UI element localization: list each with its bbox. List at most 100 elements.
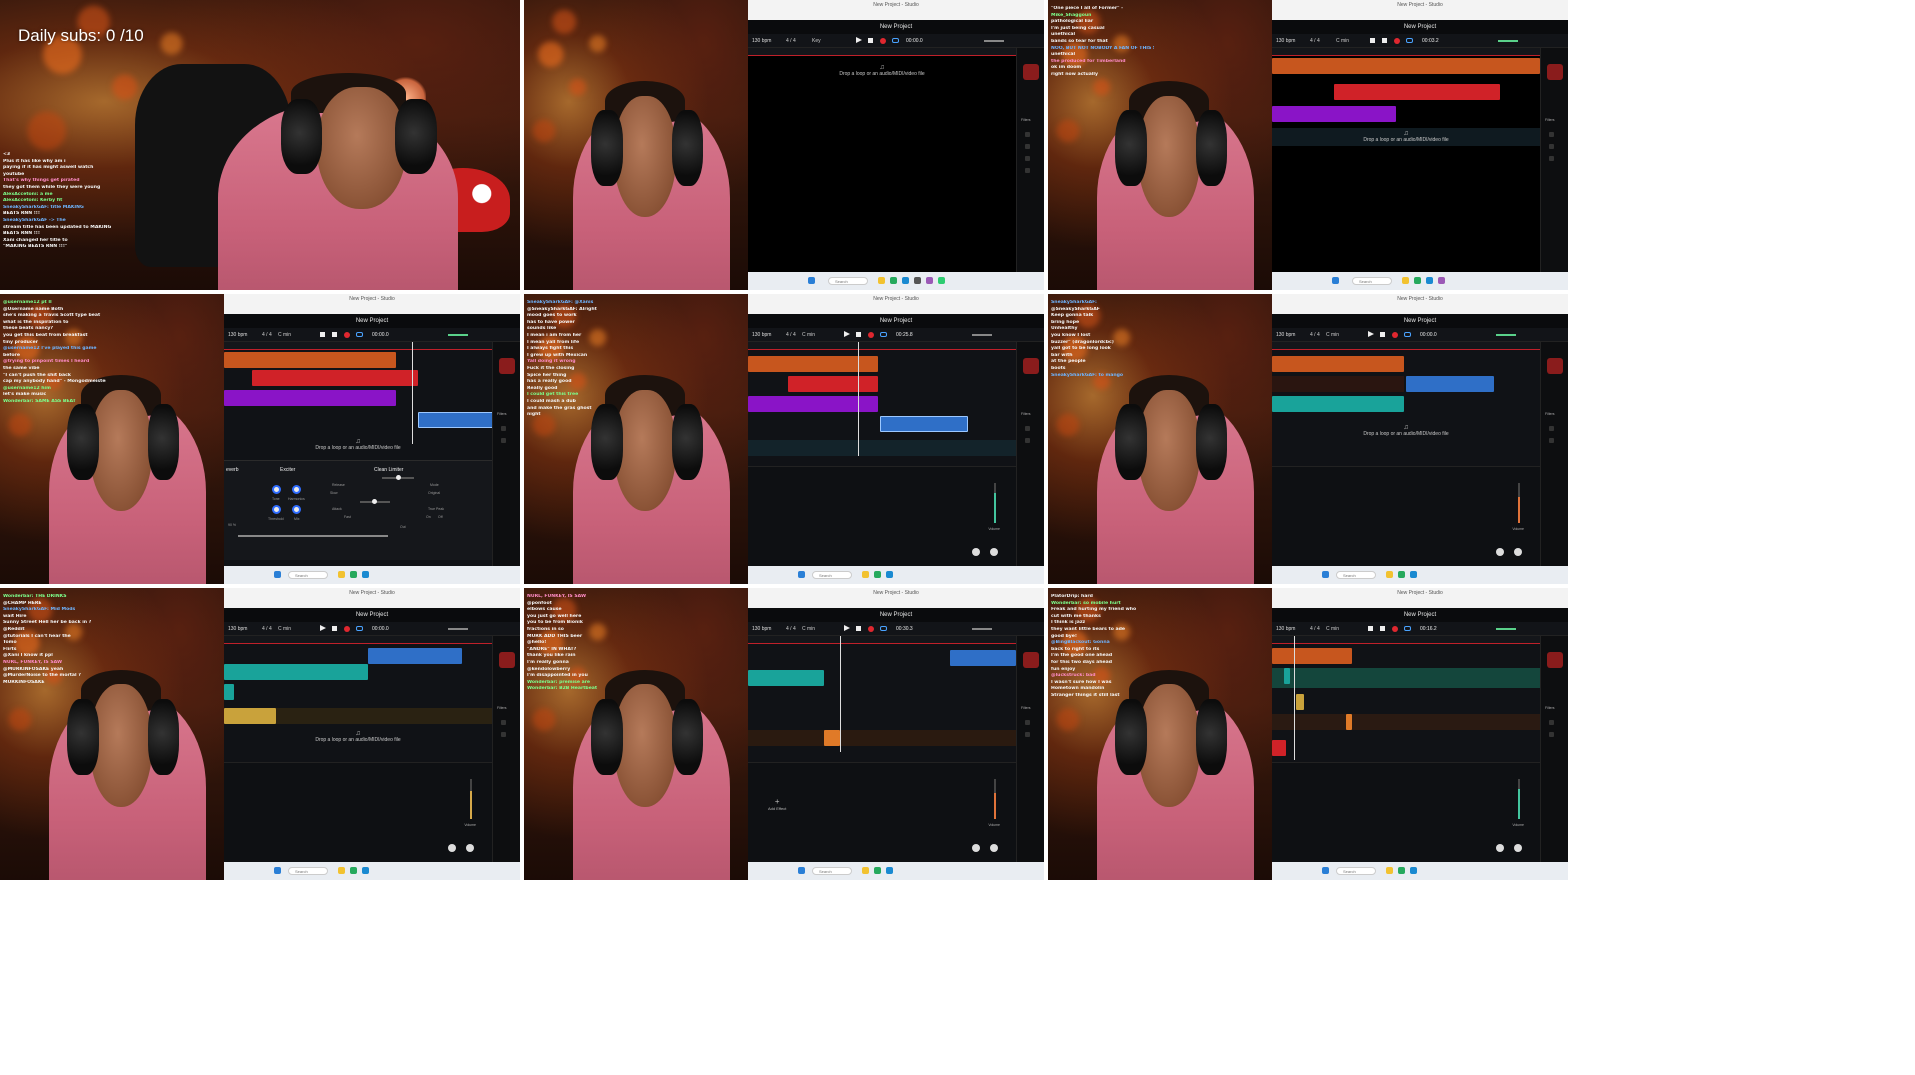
loop-icon[interactable]	[356, 626, 363, 631]
edge-icon[interactable]	[1426, 277, 1433, 284]
sidebar-icon[interactable]	[1025, 156, 1030, 161]
sidebar-icon[interactable]	[1025, 132, 1030, 137]
time-signature[interactable]: 4 / 4	[786, 626, 796, 632]
timeline-ruler[interactable]	[224, 636, 492, 644]
files-icon[interactable]	[338, 571, 345, 578]
playhead[interactable]	[412, 342, 413, 444]
audio-clip[interactable]	[1272, 356, 1404, 372]
timeline-ruler[interactable]	[1272, 342, 1540, 350]
avatar[interactable]	[1023, 64, 1039, 80]
play-icon[interactable]	[1368, 331, 1374, 337]
skip-back-icon[interactable]	[856, 332, 861, 337]
sidebar-icon[interactable]	[501, 426, 506, 431]
timeline-ruler[interactable]	[224, 342, 492, 350]
volume-slider[interactable]	[1498, 40, 1518, 42]
sidebar-icon[interactable]	[501, 720, 506, 725]
files-icon[interactable]	[862, 867, 869, 874]
audio-clip[interactable]	[1272, 740, 1286, 756]
windows-start-icon[interactable]	[1322, 867, 1329, 874]
skip-back-icon[interactable]	[1380, 332, 1385, 337]
stop-icon[interactable]	[332, 332, 337, 337]
volume-fader[interactable]	[1518, 779, 1520, 819]
loop-icon[interactable]	[1404, 332, 1411, 337]
edge-icon[interactable]	[886, 867, 893, 874]
audio-clip[interactable]	[224, 708, 276, 724]
sidebar-icon[interactable]	[1025, 144, 1030, 149]
volume-slider[interactable]	[1496, 628, 1516, 630]
audio-clip[interactable]	[1284, 668, 1290, 684]
volume-fader[interactable]	[994, 483, 996, 523]
bpm-display[interactable]: 130 bpm	[1276, 332, 1295, 338]
reverb-knob[interactable]	[990, 844, 998, 852]
bpm-display[interactable]: 130 bpm	[228, 332, 247, 338]
reverb-knob[interactable]	[466, 844, 474, 852]
search-box[interactable]: Search	[1352, 277, 1392, 285]
avatar[interactable]	[1547, 358, 1563, 374]
browser-icon[interactable]	[1398, 867, 1405, 874]
record-icon[interactable]	[344, 626, 350, 632]
sidebar-icon[interactable]	[501, 438, 506, 443]
files-icon[interactable]	[1386, 867, 1393, 874]
files-icon[interactable]	[1402, 277, 1409, 284]
audio-clip[interactable]	[1406, 376, 1494, 392]
browser-icon[interactable]	[874, 571, 881, 578]
sidebar-icon[interactable]	[1025, 720, 1030, 725]
sidebar-icon[interactable]	[1549, 426, 1554, 431]
volume-fader[interactable]	[994, 779, 996, 819]
bpm-display[interactable]: 130 bpm	[752, 332, 771, 338]
sidebar-icon[interactable]	[1025, 732, 1030, 737]
record-icon[interactable]	[1392, 332, 1398, 338]
sidebar-icon[interactable]	[1549, 132, 1554, 137]
loop-icon[interactable]	[1404, 626, 1411, 631]
stop-icon[interactable]	[1382, 38, 1387, 43]
search-box[interactable]: Search	[828, 277, 868, 285]
key-display[interactable]: C min	[278, 332, 291, 338]
reverb-knob[interactable]	[990, 548, 998, 556]
bpm-display[interactable]: 130 bpm	[752, 38, 771, 44]
key-display[interactable]: C min	[278, 626, 291, 632]
pause-icon[interactable]	[320, 332, 325, 337]
files-icon[interactable]	[862, 571, 869, 578]
record-icon[interactable]	[1392, 626, 1398, 632]
mode-value[interactable]: Original	[428, 491, 440, 495]
bpm-display[interactable]: 130 bpm	[1276, 38, 1295, 44]
audio-clip[interactable]	[1272, 58, 1540, 74]
stop-icon[interactable]	[1380, 626, 1385, 631]
audio-clip[interactable]	[1272, 396, 1404, 412]
search-box[interactable]: Search	[288, 867, 328, 875]
browser-icon[interactable]	[350, 867, 357, 874]
edge-icon[interactable]	[362, 571, 369, 578]
search-box[interactable]: Search	[812, 571, 852, 579]
volume-slider[interactable]	[972, 334, 992, 336]
reverb-knob[interactable]	[1514, 548, 1522, 556]
skip-back-icon[interactable]	[332, 626, 337, 631]
key-display[interactable]: C min	[802, 332, 815, 338]
threshold-knob[interactable]	[272, 505, 281, 514]
loop-icon[interactable]	[880, 332, 887, 337]
avatar[interactable]	[499, 358, 515, 374]
off-option[interactable]: Off	[438, 515, 443, 519]
key-display[interactable]: C min	[1336, 38, 1349, 44]
browser-icon[interactable]	[1414, 277, 1421, 284]
timeline-ruler[interactable]	[1272, 48, 1540, 56]
volume-slider[interactable]	[1496, 334, 1516, 336]
audio-clip[interactable]	[1272, 106, 1396, 122]
files-icon[interactable]	[338, 867, 345, 874]
key-display[interactable]: C min	[1326, 332, 1339, 338]
audio-clip[interactable]	[224, 684, 234, 700]
windows-start-icon[interactable]	[274, 867, 281, 874]
app-icon[interactable]	[938, 277, 945, 284]
track-area[interactable]	[748, 56, 1016, 272]
avatar[interactable]	[1547, 652, 1563, 668]
time-signature[interactable]: 4 / 4	[1310, 332, 1320, 338]
audio-clip[interactable]	[880, 416, 968, 432]
audio-clip[interactable]	[748, 670, 824, 686]
app-icon[interactable]	[926, 277, 933, 284]
files-icon[interactable]	[878, 277, 885, 284]
volume-slider[interactable]	[984, 40, 1004, 42]
timeline-ruler[interactable]	[748, 48, 1016, 56]
windows-start-icon[interactable]	[1322, 571, 1329, 578]
avatar[interactable]	[1023, 358, 1039, 374]
sidebar-icon[interactable]	[1025, 438, 1030, 443]
sidebar-icon[interactable]	[501, 732, 506, 737]
